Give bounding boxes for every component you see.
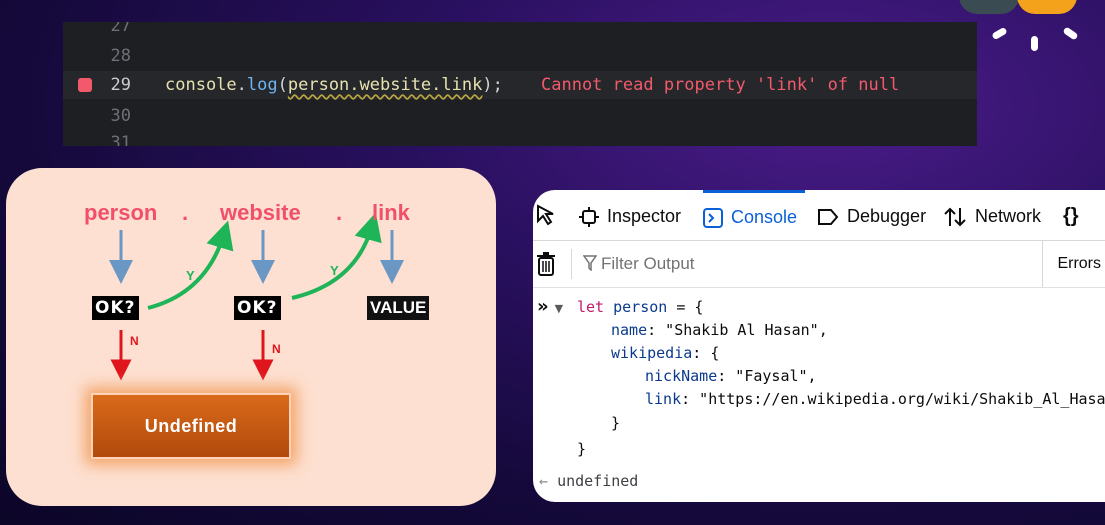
code-line: wikipedia: { (611, 344, 720, 362)
null-check-box: OK? (92, 296, 139, 320)
tab-inspector[interactable]: Inspector (579, 190, 681, 240)
editor-line: 31 (63, 129, 977, 146)
sparkle-icon (991, 26, 1008, 41)
code-line: link: "https://en.wikipedia.org/wiki/Sha… (645, 390, 1105, 408)
line-number: 30 (110, 106, 131, 126)
tab-label: Console (731, 207, 798, 227)
code-editor: 27 28 29 console.log(person.website.link… (63, 22, 977, 146)
code-line: } (611, 414, 621, 432)
decor-blob-gray (959, 0, 1019, 14)
line-number: 31 (110, 133, 131, 146)
undefined-result-box: Undefined (91, 393, 291, 459)
errors-filter-button[interactable]: Errors (1042, 241, 1101, 287)
editor-line: 28 (63, 42, 977, 70)
line-number: 29 (110, 75, 131, 95)
no-label: N (130, 334, 139, 348)
filter-output-input[interactable]: Filter Output (582, 241, 695, 287)
yes-label: Y (186, 268, 195, 283)
sparkle-icon (1062, 26, 1079, 41)
breakpoint-marker[interactable] (78, 78, 92, 92)
optional-chaining-diagram: person . website . link Y Y OK? OK? VALU… (6, 168, 496, 506)
code-line: } (577, 440, 587, 458)
network-icon (944, 207, 966, 227)
inspector-icon (579, 207, 599, 228)
corner-decoration (959, 0, 1105, 60)
yes-label: Y (330, 263, 339, 278)
devtools-panel: Inspector Console Debugger Network {} Fi… (533, 190, 1105, 502)
tab-label: Debugger (847, 206, 927, 226)
tab-console[interactable]: Console (703, 190, 805, 243)
null-check-box: OK? (234, 296, 281, 320)
token-dot: . (182, 200, 189, 225)
editor-line: 30 (63, 102, 977, 130)
editor-line-active[interactable]: 29 console.log(person.website.link); Can… (63, 71, 977, 99)
tab-label: Network (975, 206, 1042, 226)
code-statement[interactable]: console.log(person.website.link); (165, 71, 503, 99)
devtools-tabbar: Inspector Console Debugger Network {} (533, 190, 1105, 241)
tab-debugger[interactable]: Debugger (817, 190, 926, 240)
trash-icon[interactable] (536, 252, 556, 280)
sparkle-icon (1031, 36, 1038, 51)
value-box: VALUE (367, 296, 430, 320)
return-arrow-icon: ← (539, 472, 549, 490)
debugger-icon (818, 209, 839, 226)
token-website: website (220, 200, 301, 225)
no-label: N (272, 342, 281, 356)
console-icon (703, 208, 723, 229)
line-number: 27 (110, 22, 131, 36)
code-line: name: "Shakib Al Hasan", (611, 321, 828, 339)
element-picker-icon[interactable] (535, 190, 567, 240)
editor-line: 27 (63, 22, 977, 40)
code-line: nickName: "Faysal", (645, 367, 817, 385)
console-result: ← undefined (539, 472, 639, 490)
inline-error-message: Cannot read property 'link' of null (541, 75, 900, 95)
tab-label: Inspector (607, 206, 682, 226)
yes-arrow (291, 212, 382, 300)
toolbar-divider (571, 249, 572, 279)
line-number: 28 (110, 46, 131, 66)
error-underline: person.website.link (287, 75, 483, 95)
token-link: link (372, 200, 410, 225)
prompt-chevron-icon: » (537, 296, 549, 317)
tab-network[interactable]: Network (943, 190, 1041, 240)
filter-icon (582, 255, 598, 272)
token-dot: . (336, 200, 343, 225)
expand-triangle-icon: ▼ (554, 302, 564, 315)
style-editor-icon[interactable]: {} (1063, 190, 1079, 240)
code-line: let person = { (577, 298, 704, 316)
token-person: person (84, 200, 158, 225)
console-input-prompt: » ▼ (537, 296, 563, 317)
console-toolbar: Filter Output Errors (533, 241, 1105, 288)
decor-blob-orange (1017, 0, 1077, 14)
